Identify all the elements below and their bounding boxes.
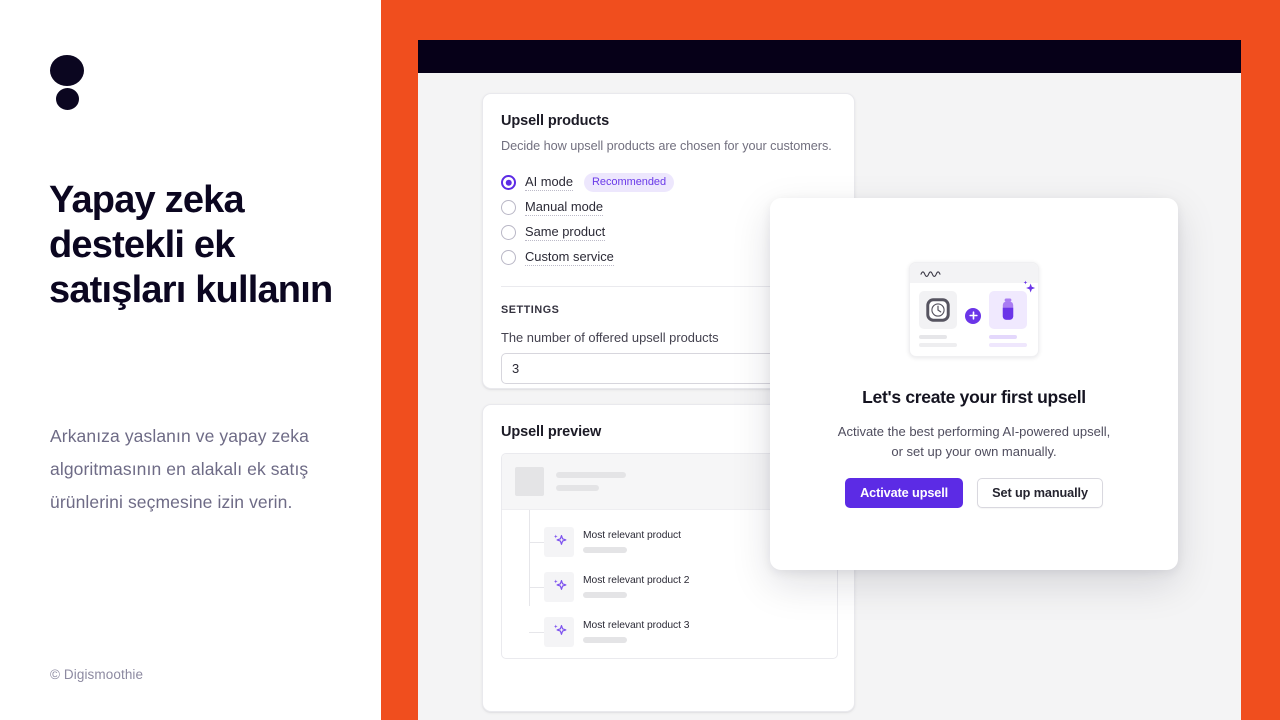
caption-line — [919, 335, 947, 339]
caption-right — [989, 335, 1027, 347]
activate-upsell-button[interactable]: Activate upsell — [845, 478, 964, 508]
list-item: Most relevant product 2 — [502, 564, 837, 609]
page-title: Yapay zeka destekli ek satışları kullanı… — [49, 179, 333, 311]
caption-left — [919, 335, 965, 347]
radio-icon-manual-mode[interactable] — [501, 200, 516, 215]
plus-icon — [965, 307, 981, 324]
app-topbar — [418, 40, 1241, 73]
list-item-texts: Most relevant product 2 — [583, 575, 690, 598]
marketing-panel: Yapay zeka destekli ek satışları kullanı… — [0, 0, 381, 720]
caption-line — [989, 343, 1027, 347]
modal-description: Activate the best performing AI-powered … — [770, 422, 1178, 462]
logo-dot-small — [56, 88, 79, 110]
radio-icon-same-product[interactable] — [501, 225, 516, 240]
list-item-texts: Most relevant product 3 — [583, 620, 690, 643]
sparkle-icon — [544, 526, 574, 557]
logo-dot-large — [50, 55, 84, 86]
modal-actions: Activate upsell Set up manually — [770, 478, 1178, 508]
illustration-products — [910, 280, 1038, 329]
placeholder-line — [556, 472, 626, 478]
upsell-illustration — [909, 262, 1039, 357]
modal-title: Let's create your first upsell — [862, 387, 1086, 407]
page-subtitle: Arkanıza yaslanın ve yapay zeka algoritm… — [50, 426, 309, 512]
status-badge-recommended: Recommended — [584, 173, 675, 192]
copyright-text: © Digismoothie — [50, 667, 144, 682]
list-item-price-placeholder — [583, 547, 627, 553]
illustration-captions — [910, 329, 1038, 347]
sparkle-icon — [544, 571, 574, 602]
upsell-card-title: Upsell products — [501, 113, 610, 129]
list-item: Most relevant product 3 — [502, 609, 837, 654]
squiggle-icon — [920, 270, 941, 277]
radio-label-custom-service: Custom service — [525, 249, 614, 266]
first-upsell-modal: Let's create your first upsell Activate … — [770, 198, 1178, 570]
radio-icon-custom-service[interactable] — [501, 250, 516, 265]
caption-line — [919, 343, 957, 347]
radio-icon-ai-mode[interactable] — [501, 175, 516, 190]
caption-line — [989, 335, 1017, 339]
set-up-manually-button[interactable]: Set up manually — [977, 478, 1103, 508]
radio-label-same-product: Same product — [525, 224, 606, 241]
screenshot-root: Yapay zeka destekli ek satışları kullanı… — [0, 0, 1280, 720]
radio-option-ai-mode[interactable]: AI mode Recommended — [501, 170, 836, 195]
upsell-count-value: 3 — [512, 361, 520, 376]
orange-backdrop: Upsell products Decide how upsell produc… — [381, 0, 1280, 720]
placeholder-lines — [556, 472, 626, 491]
placeholder-thumbnail — [515, 467, 544, 496]
radio-label-ai-mode: AI mode — [525, 174, 574, 191]
list-item-price-placeholder — [583, 637, 627, 643]
upsell-card-subtitle: Decide how upsell products are chosen fo… — [501, 139, 832, 153]
modal-description-line-1: Activate the best performing AI-powered … — [837, 424, 1111, 439]
list-item-texts: Most relevant product — [583, 530, 681, 553]
clock-watch-icon — [919, 291, 957, 329]
two-dots-logo-icon — [50, 55, 86, 121]
radio-label-manual-mode: Manual mode — [525, 199, 604, 216]
list-item-label: Most relevant product 2 — [583, 575, 690, 586]
placeholder-line — [556, 485, 599, 491]
list-item-label: Most relevant product — [583, 530, 681, 541]
list-item-price-placeholder — [583, 592, 627, 598]
sparkle-icon — [544, 616, 574, 647]
sparkle-icon — [1023, 280, 1036, 293]
modal-description-line-2: or set up your own manually. — [891, 444, 1057, 459]
list-item-label: Most relevant product 3 — [583, 620, 690, 631]
